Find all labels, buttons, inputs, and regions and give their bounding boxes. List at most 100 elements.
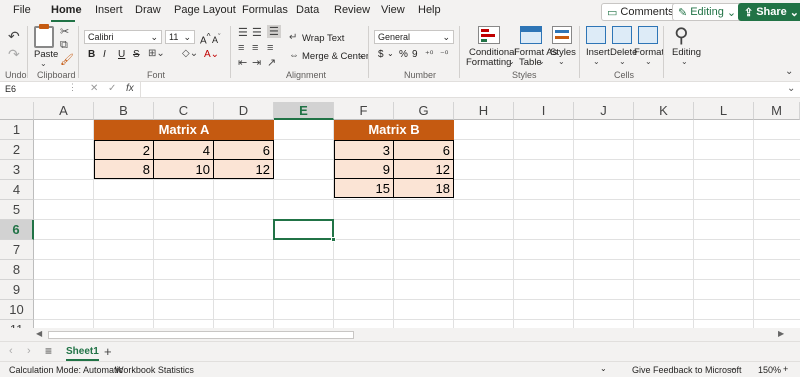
align-middle-icon[interactable]: ☰ xyxy=(252,26,262,39)
align-center-icon[interactable]: ≡ xyxy=(252,42,258,54)
format-as-table-icon[interactable] xyxy=(520,26,542,44)
matrix-a-cell[interactable]: 4 xyxy=(153,140,214,160)
decrease-decimal-icon[interactable]: ⁻⁰ xyxy=(440,49,448,60)
delete-cells-icon[interactable] xyxy=(612,26,632,44)
row-header[interactable]: 1 xyxy=(0,120,34,140)
cancel-icon[interactable]: ✕ xyxy=(90,83,98,94)
menu-review[interactable]: Review xyxy=(334,4,370,16)
prev-sheet-button[interactable]: ‹ xyxy=(9,345,13,357)
chevron-down-icon[interactable]: ⌄ xyxy=(387,49,394,58)
column-header[interactable]: H xyxy=(454,102,514,120)
redo-icon[interactable]: ↷ xyxy=(8,46,20,63)
calculation-mode[interactable]: Calculation Mode: Automatic xyxy=(9,365,123,375)
menu-draw[interactable]: Draw xyxy=(135,4,161,16)
column-header[interactable]: K xyxy=(634,102,694,120)
menu-help[interactable]: Help xyxy=(418,4,441,16)
row-header-selected[interactable]: 6 xyxy=(0,220,34,240)
enter-icon[interactable]: ✓ xyxy=(108,83,116,94)
workbook-statistics[interactable]: Workbook Statistics xyxy=(115,365,194,375)
chevron-down-icon[interactable]: ⌄ xyxy=(593,57,600,66)
underline-button[interactable]: U xyxy=(118,49,125,60)
copy-icon[interactable]: ⧉ xyxy=(60,39,68,52)
conditional-formatting-icon[interactable] xyxy=(478,26,500,44)
matrix-a-cell[interactable]: 6 xyxy=(213,140,274,160)
active-cell-e6[interactable] xyxy=(273,219,334,240)
row-header[interactable]: 3 xyxy=(0,160,34,180)
column-header[interactable]: M xyxy=(754,102,800,120)
fill-color-icon[interactable]: ◇⌄ xyxy=(182,48,198,59)
column-header[interactable]: L xyxy=(694,102,754,120)
chevron-down-icon[interactable]: ⌄ xyxy=(681,57,688,66)
column-header[interactable]: I xyxy=(514,102,574,120)
matrix-a-cell[interactable]: 10 xyxy=(153,159,214,179)
menu-view[interactable]: View xyxy=(381,4,405,16)
format-cells-icon[interactable] xyxy=(638,26,658,44)
chevron-down-icon[interactable]: ⌄ xyxy=(538,57,545,66)
name-box[interactable]: E6 xyxy=(5,84,16,94)
matrix-a-cell[interactable]: 12 xyxy=(213,159,274,179)
column-header[interactable]: B xyxy=(94,102,154,120)
insert-cells-icon[interactable] xyxy=(586,26,606,44)
column-header-selected[interactable]: E xyxy=(274,102,334,120)
matrix-a-cell[interactable]: 2 xyxy=(94,140,154,160)
scrollbar-thumb[interactable] xyxy=(48,331,354,339)
column-header[interactable]: F xyxy=(334,102,394,120)
number-format-dropdown[interactable]: General ⌄ xyxy=(374,30,454,44)
menu-data[interactable]: Data xyxy=(296,4,319,16)
row-header[interactable]: 2 xyxy=(0,140,34,160)
column-header[interactable]: C xyxy=(154,102,214,120)
align-left-icon[interactable]: ≡ xyxy=(238,42,244,54)
wrap-text-button[interactable]: Wrap Text xyxy=(302,33,344,44)
decrease-font-size-button[interactable]: Aˇ xyxy=(212,32,221,45)
bold-button[interactable]: B xyxy=(88,49,95,60)
column-header[interactable]: A xyxy=(34,102,94,120)
menu-insert[interactable]: Insert xyxy=(95,4,123,16)
font-size-dropdown[interactable]: 11 ⌄ xyxy=(165,30,195,44)
insert-function-button[interactable]: fx xyxy=(126,83,134,94)
chevron-down-icon[interactable]: ⌄ xyxy=(40,59,47,68)
comma-button[interactable]: 9 xyxy=(412,49,418,60)
chevron-down-icon[interactable]: ⌄ xyxy=(645,57,652,66)
editing-mode-button[interactable]: ✎ Editing ⌄ xyxy=(672,3,743,21)
align-right-icon[interactable]: ≡ xyxy=(267,42,273,54)
matrix-b-cell[interactable]: 12 xyxy=(393,159,454,179)
search-icon[interactable]: ⚲ xyxy=(674,23,689,48)
merge-center-icon[interactable]: ⇔ xyxy=(289,50,299,61)
sheet-tab-active[interactable]: Sheet1 xyxy=(66,346,99,361)
matrix-b-cell[interactable]: 6 xyxy=(393,140,454,160)
zoom-level[interactable]: 150% xyxy=(758,365,781,375)
italic-button[interactable]: I xyxy=(103,49,106,60)
format-painter-icon[interactable]: 🖌 xyxy=(60,53,74,66)
zoom-in-button[interactable]: + xyxy=(783,364,788,374)
chevron-down-icon[interactable]: ⌄ xyxy=(358,50,366,61)
row-header[interactable]: 7 xyxy=(0,240,34,260)
menu-formulas[interactable]: Formulas xyxy=(242,4,288,16)
chevron-down-icon[interactable]: ⌄ xyxy=(508,57,515,66)
spreadsheet-grid[interactable]: A B C D E F G H I J K L M 1 2 3 4 5 6 7 … xyxy=(0,102,800,328)
menu-file[interactable]: File xyxy=(13,4,31,16)
font-color-button[interactable]: A⌄ xyxy=(204,49,219,60)
wrap-text-icon[interactable]: ↵ xyxy=(289,32,297,43)
matrix-b-cell[interactable]: 9 xyxy=(334,159,394,179)
font-name-dropdown[interactable]: Calibri ⌄ xyxy=(84,30,162,44)
expand-formula-bar-icon[interactable]: ⌄ xyxy=(787,83,795,94)
row-header[interactable]: 8 xyxy=(0,260,34,280)
scroll-right-icon[interactable]: ▶ xyxy=(778,329,784,338)
cut-icon[interactable]: ✂ xyxy=(60,25,69,38)
fill-handle[interactable] xyxy=(331,237,336,242)
row-header[interactable]: 9 xyxy=(0,280,34,300)
zoom-out-button[interactable]: − xyxy=(730,364,735,374)
column-header[interactable]: J xyxy=(574,102,634,120)
percent-button[interactable]: % xyxy=(399,49,408,60)
matrix-b-cell[interactable]: 3 xyxy=(334,140,394,160)
align-top-icon[interactable]: ☰ xyxy=(238,26,248,39)
matrix-b-cell[interactable]: 15 xyxy=(334,178,394,198)
comments-button[interactable]: ▭ Comments xyxy=(601,3,680,21)
add-sheet-button[interactable]: + xyxy=(104,344,112,359)
chevron-down-icon[interactable]: ⌄ xyxy=(558,57,565,66)
share-button[interactable]: ⇪ Share ⌄ xyxy=(738,3,800,21)
next-sheet-button[interactable]: › xyxy=(27,345,31,357)
strikethrough-button[interactable]: S xyxy=(133,49,140,60)
select-all-corner[interactable] xyxy=(0,102,34,120)
row-header[interactable]: 11 xyxy=(0,320,34,328)
